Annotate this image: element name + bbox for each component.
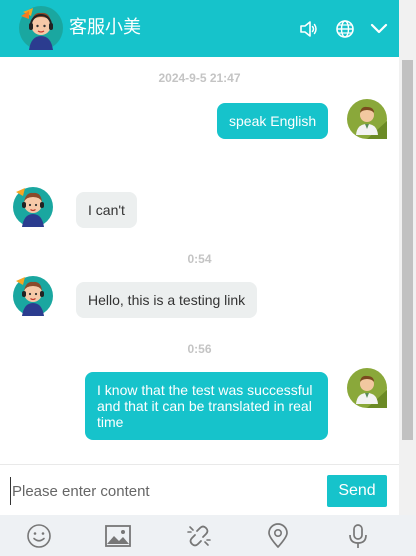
composer: Send xyxy=(0,464,399,515)
microphone-icon[interactable] xyxy=(344,522,372,550)
agent-avatar xyxy=(13,276,53,316)
scrollbar-thumb[interactable] xyxy=(402,60,413,440)
outgoing-message: speak English xyxy=(217,103,329,139)
message-input[interactable] xyxy=(10,477,310,505)
chat-title: 客服小美 xyxy=(69,17,141,38)
chat-header: 客服小美 xyxy=(0,0,399,57)
timestamp: 0:54 xyxy=(187,252,212,266)
outgoing-message: I know that the test was successful and … xyxy=(85,372,328,440)
globe-icon[interactable] xyxy=(334,18,356,40)
user-avatar xyxy=(347,99,387,139)
composer-toolbar xyxy=(0,515,416,556)
timestamp: 0:56 xyxy=(187,342,212,356)
image-icon[interactable] xyxy=(104,522,132,550)
emoji-icon[interactable] xyxy=(25,522,53,550)
sound-icon[interactable] xyxy=(297,18,319,40)
agent-avatar xyxy=(19,6,63,50)
agent-avatar xyxy=(13,187,53,227)
user-avatar xyxy=(347,368,387,408)
incoming-message: I can't xyxy=(76,192,137,228)
timestamp: 2024-9-5 21:47 xyxy=(158,71,241,85)
send-button[interactable]: Send xyxy=(327,475,387,507)
chevron-down-icon[interactable] xyxy=(368,18,390,40)
location-icon[interactable] xyxy=(264,522,292,550)
incoming-message: Hello, this is a testing link xyxy=(76,282,258,318)
message-list: 2024-9-5 21:47 speak English I can't 0:5… xyxy=(0,57,399,464)
link-icon[interactable] xyxy=(185,522,213,550)
